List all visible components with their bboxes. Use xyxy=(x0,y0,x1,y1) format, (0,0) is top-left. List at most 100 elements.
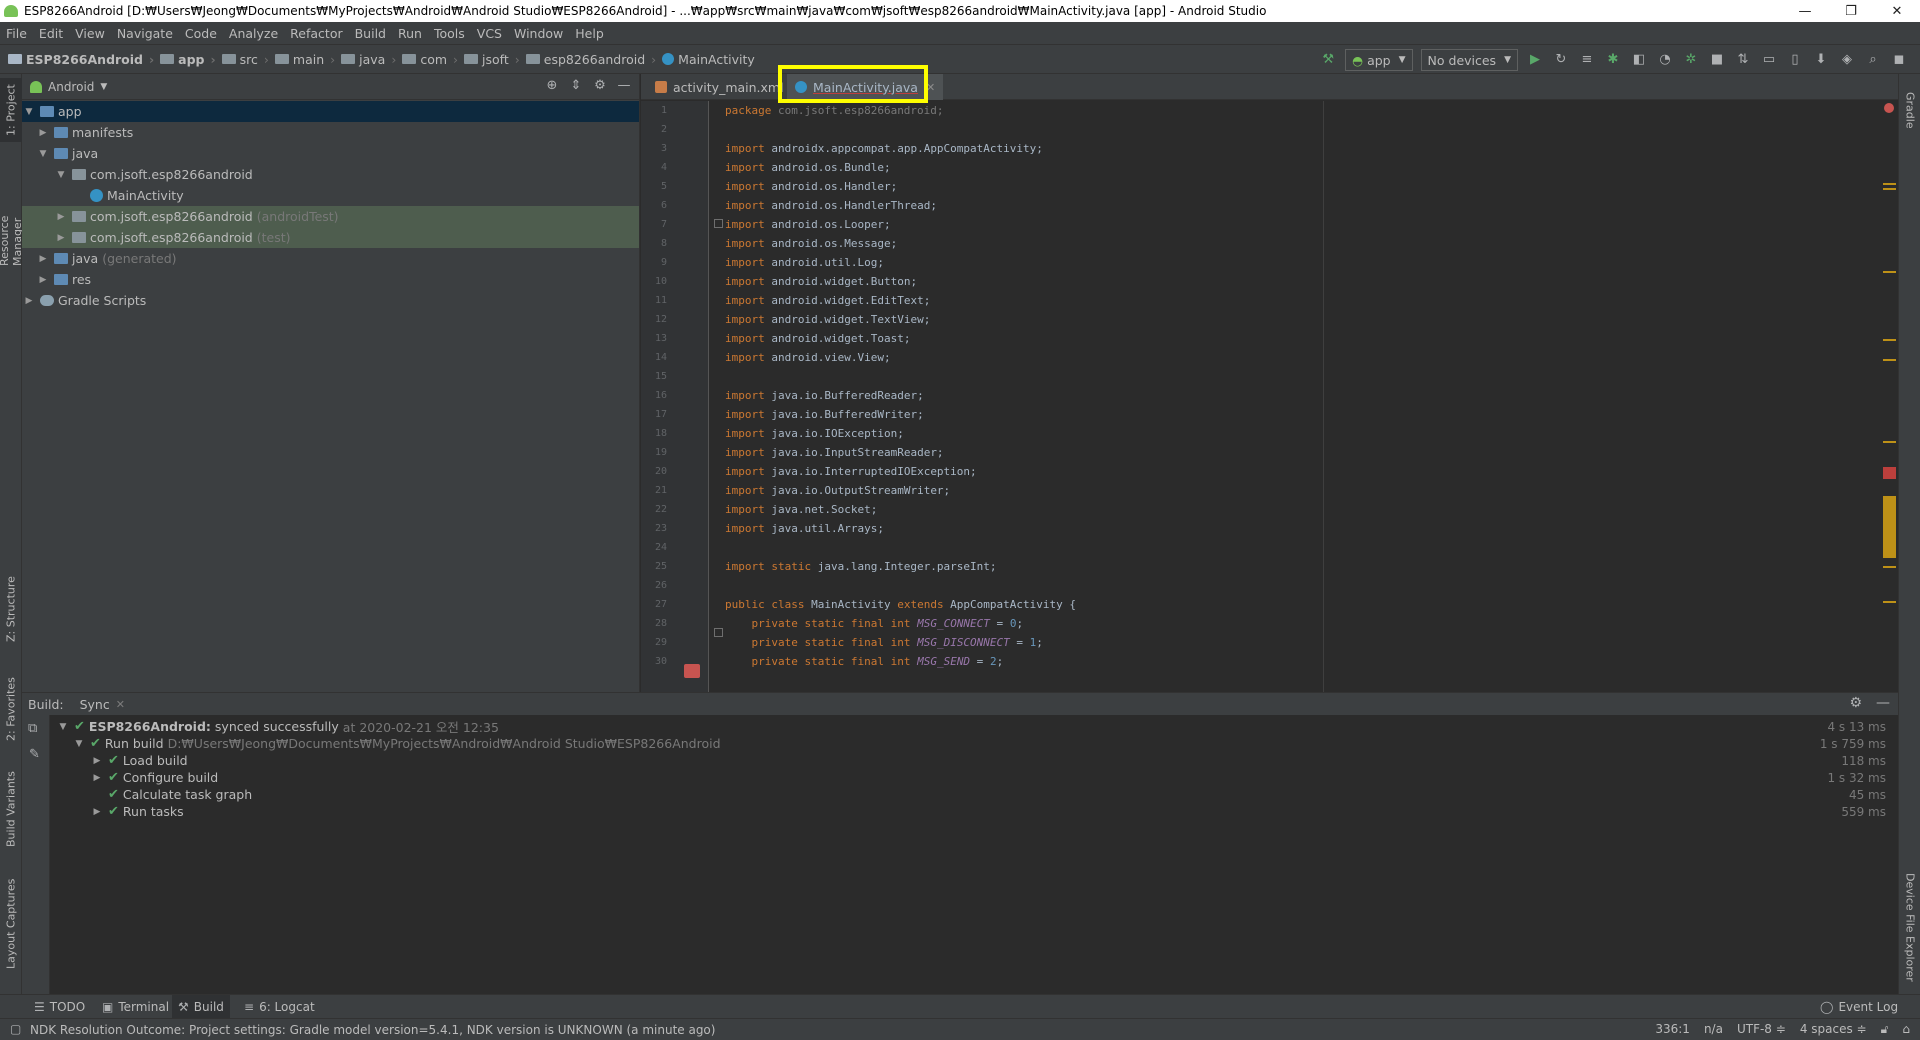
line-separator[interactable]: n/a xyxy=(1704,1022,1723,1037)
code-area[interactable]: package com.jsoft.esp8266android; import… xyxy=(725,101,1875,692)
gear-icon[interactable]: ⚙ xyxy=(591,78,609,93)
debug-icon[interactable]: ✱ xyxy=(1605,52,1621,68)
build-row[interactable]: ▼ ✔ ESP8266Android: synced successfully … xyxy=(50,718,1898,735)
menu-vcs[interactable]: VCS xyxy=(477,26,502,41)
tool-window-favorites[interactable]: 2: Favorites xyxy=(0,674,22,744)
close-button[interactable]: ✕ xyxy=(1874,4,1920,19)
chevron-right-icon[interactable]: ▶ xyxy=(90,756,104,766)
breadcrumb-project[interactable]: ESP8266Android › xyxy=(8,52,154,67)
status-toggle-icon[interactable]: ▢ xyxy=(10,1022,21,1036)
chevron-right-icon[interactable]: ▶ xyxy=(90,807,104,817)
build-row[interactable]: ▶ ✔ Run tasks 559 ms xyxy=(50,803,1898,820)
warning-mark[interactable] xyxy=(1883,188,1896,190)
chevron-right-icon[interactable]: ▶ xyxy=(54,233,68,243)
error-stripe[interactable] xyxy=(1881,101,1898,692)
tool-window-resource-manager[interactable]: Resource Manager xyxy=(0,170,24,266)
fold-marker-icon[interactable] xyxy=(714,628,723,637)
file-encoding[interactable]: UTF-8 ≑ xyxy=(1737,1022,1786,1037)
tool-window-project[interactable]: 1: Project xyxy=(0,78,22,142)
tool-window-todo[interactable]: ☰ TODO xyxy=(28,995,91,1019)
tree-item-package-main[interactable]: ▼ com.jsoft.esp8266android xyxy=(22,164,639,185)
menu-file[interactable]: File xyxy=(6,26,27,41)
hide-panel-icon[interactable]: — xyxy=(615,78,633,93)
run-configuration-select[interactable]: ◓ app ▼ xyxy=(1345,49,1413,71)
tool-window-gradle[interactable]: Gradle xyxy=(1899,80,1920,140)
tree-item-package-test[interactable]: ▶ com.jsoft.esp8266android (test) xyxy=(22,227,639,248)
tool-window-structure[interactable]: Z: Structure xyxy=(0,574,22,644)
breadcrumb-com[interactable]: com › xyxy=(402,52,458,67)
gear-icon[interactable]: ⚙ xyxy=(1849,695,1862,711)
tab-sync[interactable]: Sync xyxy=(80,697,110,712)
caret-position[interactable]: 336:1 xyxy=(1655,1022,1690,1037)
rerun-icon[interactable]: ⧉ xyxy=(28,721,37,736)
error-mark[interactable] xyxy=(1883,467,1896,479)
apply-changes-icon[interactable]: ↻ xyxy=(1553,52,1569,68)
minimize-button[interactable]: — xyxy=(1782,4,1828,19)
make-project-hammer-icon[interactable]: ⚒ xyxy=(1320,52,1336,68)
project-structure-icon[interactable]: ▭ xyxy=(1761,52,1777,68)
build-row[interactable]: ▶ ✔ Load build 118 ms xyxy=(50,752,1898,769)
coverage-icon[interactable]: ◧ xyxy=(1631,52,1647,68)
build-row[interactable]: ✔ Calculate task graph 45 ms xyxy=(50,786,1898,803)
tool-window-event-log[interactable]: ◯ Event Log xyxy=(1814,995,1904,1019)
profile-icon[interactable]: ◔ xyxy=(1657,52,1673,68)
lock-icon[interactable]: 🔓︎ xyxy=(1881,1022,1889,1037)
tool-window-build[interactable]: ⚒ Build xyxy=(172,995,230,1019)
menu-tools[interactable]: Tools xyxy=(434,26,465,41)
warning-mark[interactable] xyxy=(1883,271,1896,273)
hide-panel-icon[interactable]: — xyxy=(1876,695,1890,711)
tree-item-res[interactable]: ▶ res xyxy=(22,269,639,290)
build-row[interactable]: ▼ ✔ Run build D:₩Users₩Jeong₩Documents₩M… xyxy=(50,735,1898,752)
attach-debugger-icon[interactable]: ✲ xyxy=(1683,52,1699,68)
tree-item-app[interactable]: ▼ app xyxy=(22,101,639,122)
breadcrumb-app[interactable]: app › xyxy=(160,52,216,67)
menu-code[interactable]: Code xyxy=(185,26,217,41)
tool-window-build-variants[interactable]: Build Variants xyxy=(0,764,22,854)
indent-setting[interactable]: 4 spaces ≑ xyxy=(1800,1022,1867,1037)
tree-item-gradle-scripts[interactable]: ▶ Gradle Scripts xyxy=(22,290,639,311)
chevron-right-icon[interactable]: ▶ xyxy=(54,212,68,222)
menu-edit[interactable]: Edit xyxy=(39,26,63,41)
restore-button[interactable]: ❐ xyxy=(1828,4,1874,19)
warning-mark[interactable] xyxy=(1883,566,1896,568)
tree-item-mainactivity[interactable]: MainActivity xyxy=(22,185,639,206)
warning-mark[interactable] xyxy=(1883,359,1896,361)
tree-item-manifests[interactable]: ▶ manifests xyxy=(22,122,639,143)
tool-window-logcat[interactable]: ≡ 6: Logcat xyxy=(238,995,321,1019)
menu-refactor[interactable]: Refactor xyxy=(290,26,342,41)
warning-mark[interactable] xyxy=(1883,339,1896,341)
tool-window-device-file-explorer[interactable]: Device File Explorer xyxy=(1899,864,1920,990)
tree-item-java[interactable]: ▼ java xyxy=(22,143,639,164)
breadcrumb-esp8266android[interactable]: esp8266android › xyxy=(525,52,656,67)
run-class-gutter-icon[interactable] xyxy=(684,664,700,678)
fold-marker-icon[interactable] xyxy=(714,219,723,228)
warning-mark[interactable] xyxy=(1883,183,1896,185)
chevron-right-icon[interactable]: ▶ xyxy=(90,773,104,783)
breadcrumb-main[interactable]: main › xyxy=(274,52,335,67)
menu-window[interactable]: Window xyxy=(514,26,563,41)
current-view-mark[interactable] xyxy=(1883,496,1896,558)
chevron-right-icon[interactable]: ▶ xyxy=(22,296,36,306)
tree-item-java-generated[interactable]: ▶ java (generated) xyxy=(22,248,639,269)
chevron-right-icon[interactable]: ▶ xyxy=(36,275,50,285)
chevron-down-icon[interactable]: ▼ xyxy=(100,82,107,92)
tree-item-package-androidtest[interactable]: ▶ com.jsoft.esp8266android (androidTest) xyxy=(22,206,639,227)
layout-inspector-icon[interactable]: ◈ xyxy=(1839,52,1855,68)
sdk-manager-icon[interactable]: ⬇ xyxy=(1813,52,1829,68)
chevron-down-icon[interactable]: ▼ xyxy=(72,739,86,749)
menu-view[interactable]: View xyxy=(75,26,105,41)
locate-target-icon[interactable]: ⊕ xyxy=(543,78,561,93)
menu-run[interactable]: Run xyxy=(398,26,422,41)
avd-manager-icon[interactable]: ▯ xyxy=(1787,52,1803,68)
chevron-right-icon[interactable]: ▶ xyxy=(36,254,50,264)
chevron-right-icon[interactable]: ▶ xyxy=(36,128,50,138)
status-message[interactable]: NDK Resolution Outcome: Project settings… xyxy=(30,1023,715,1037)
build-row[interactable]: ▶ ✔ Configure build 1 s 32 ms xyxy=(50,769,1898,786)
collapse-all-icon[interactable]: ⇕ xyxy=(567,78,585,93)
run-icon[interactable]: ▶ xyxy=(1527,52,1543,68)
warning-mark[interactable] xyxy=(1883,601,1896,603)
device-select[interactable]: No devices ▼ xyxy=(1420,49,1518,71)
user-avatar-icon[interactable]: ◼ xyxy=(1891,52,1907,68)
breadcrumb-java[interactable]: java › xyxy=(341,52,396,67)
search-icon[interactable]: ⌕ xyxy=(1865,52,1881,68)
